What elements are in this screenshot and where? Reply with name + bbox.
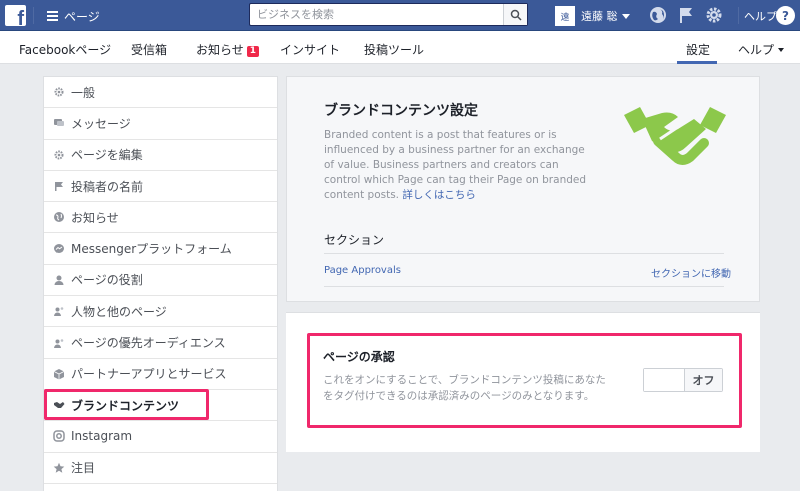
sidebar-item-label: パートナーアプリとサービス <box>71 367 227 382</box>
menu-icon[interactable] <box>47 11 58 21</box>
sidebar-item-instagram[interactable]: Instagram <box>44 421 277 453</box>
avatar: 遠 <box>555 6 575 26</box>
top-icons <box>648 5 732 25</box>
user-name: 遠藤 聡 <box>581 10 618 23</box>
gear-icon <box>53 86 65 98</box>
tab-label: ヘルプ <box>738 43 775 57</box>
sidebar-item-label: ページの優先オーディエンス <box>71 336 226 351</box>
sidebar-item-people-and-pages[interactable]: 人物と他のページ <box>44 296 277 328</box>
globe-icon <box>53 211 65 223</box>
highlight-box <box>44 389 209 420</box>
divider <box>33 7 34 24</box>
sidebar-item-partner-apps[interactable]: パートナーアプリとサービス <box>44 359 277 390</box>
sidebar-item-label: Messengerプラットフォーム <box>71 242 232 257</box>
description: Branded content is a post that features … <box>324 128 594 203</box>
gear-icon <box>53 149 65 161</box>
sidebar-item-messenger-platform[interactable]: Messengerプラットフォーム <box>44 233 277 265</box>
sidebar-item-label: ページを編集 <box>71 148 143 163</box>
help-icon[interactable]: ? <box>776 6 795 25</box>
flag-icon[interactable] <box>676 5 696 25</box>
page-nav: Facebookページ 受信箱 お知らせ 1 インサイト 投稿ツール 設定 ヘルプ <box>0 31 800 64</box>
tab-insights[interactable]: インサイト <box>280 41 340 58</box>
search-button[interactable] <box>503 4 527 25</box>
messenger-icon <box>53 243 65 255</box>
active-tab-indicator <box>677 61 717 64</box>
people-icon <box>53 305 65 317</box>
tab-help[interactable]: ヘルプ <box>738 41 785 58</box>
chevron-down-icon <box>778 48 785 52</box>
search-icon <box>510 9 522 21</box>
gear-icon[interactable] <box>704 5 724 25</box>
sidebar-item-messages[interactable]: メッセージ <box>44 108 277 140</box>
help-link[interactable]: ヘルプ <box>744 8 777 24</box>
top-bar: f ページ 遠 遠藤 聡 ヘルプ ? <box>0 0 800 31</box>
page-title[interactable]: ページ <box>64 8 100 25</box>
go-to-section-link[interactable]: セクションに移動 <box>651 265 731 280</box>
user-menu[interactable]: 遠 遠藤 聡 <box>555 6 630 26</box>
globe-icon[interactable] <box>648 5 668 25</box>
tab-label: 設定 <box>686 43 711 57</box>
chevron-down-icon <box>621 13 630 19</box>
tab-notifications[interactable]: お知らせ 1 <box>196 41 260 58</box>
sidebar-item-featured[interactable]: 注目 <box>44 453 277 484</box>
tab-publishing-tools[interactable]: 投稿ツール <box>364 41 424 58</box>
sidebar-item-notifications[interactable]: お知らせ <box>44 202 277 234</box>
sidebar-item-label: ページの役割 <box>71 273 143 288</box>
search-input[interactable] <box>250 4 500 25</box>
sidebar-item-label: Instagram <box>71 429 133 444</box>
tab-label: お知らせ <box>196 43 244 57</box>
tab-inbox[interactable]: 受信箱 <box>131 41 167 58</box>
sidebar-item-label: 投稿者の名前 <box>71 179 144 194</box>
notification-badge: 1 <box>246 46 260 57</box>
sidebar-item-label: 注目 <box>71 461 96 476</box>
sidebar-item-edit-page[interactable]: ページを編集 <box>44 140 277 171</box>
tab-settings[interactable]: 設定 <box>686 41 710 58</box>
page-approvals-link[interactable]: Page Approvals <box>324 265 401 276</box>
sidebar-item-preferred-audience[interactable]: ページの優先オーディエンス <box>44 327 277 359</box>
sidebar-item-label: 一般 <box>71 85 96 100</box>
sidebar-item-label: 人物と他のページ <box>71 304 167 319</box>
divider <box>324 253 724 254</box>
sidebar-item-label: メッセージ <box>71 116 131 131</box>
section-label: セクション <box>324 233 385 247</box>
tab-label: 投稿ツール <box>364 43 425 57</box>
flag-icon <box>53 180 65 192</box>
sidebar-item-general[interactable]: 一般 <box>44 77 277 109</box>
sidebar-item-page-roles[interactable]: ページの役割 <box>44 265 277 297</box>
divider <box>738 7 739 24</box>
search-box <box>249 3 528 26</box>
facebook-logo-icon[interactable]: f <box>5 5 26 29</box>
tab-label: Facebookページ <box>19 43 112 57</box>
settings-sidebar: 一般 メッセージ ページを編集 投稿者の名前 お知らせ Messengerプラッ… <box>43 76 278 491</box>
section-title: ブランドコンテンツ設定 <box>324 103 478 119</box>
branded-content-settings-card: ブランドコンテンツ設定 Branded content is a post th… <box>286 76 760 302</box>
chat-icon <box>53 117 65 129</box>
star-icon <box>53 462 65 474</box>
handshake-icon <box>624 107 726 165</box>
learn-more-link[interactable]: 詳しくはこちら <box>402 189 476 201</box>
tab-facebook-page[interactable]: Facebookページ <box>19 41 111 58</box>
sidebar-item-post-attribution[interactable]: 投稿者の名前 <box>44 171 277 203</box>
cube-icon <box>53 368 65 380</box>
highlight-box <box>307 333 742 428</box>
instagram-icon <box>53 430 65 443</box>
divider <box>324 286 724 287</box>
people-icon <box>53 337 65 349</box>
tab-label: 受信箱 <box>131 43 168 57</box>
tab-label: インサイト <box>280 43 341 57</box>
sidebar-item-label: お知らせ <box>71 210 119 225</box>
person-icon <box>53 274 65 286</box>
